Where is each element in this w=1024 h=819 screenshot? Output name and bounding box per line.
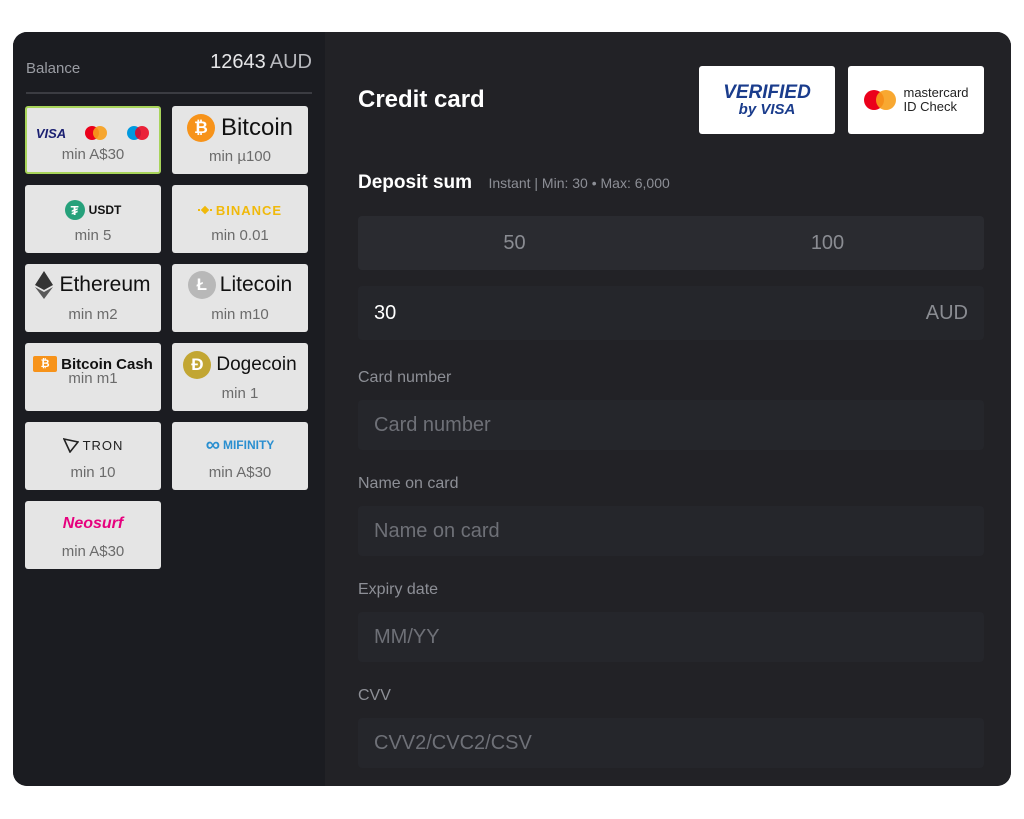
preset-100-button[interactable]: 100 [671,216,984,270]
card-number-placeholder: Card number [374,413,491,436]
cvv-placeholder: CVV2/CVC2/CSV [374,731,532,754]
balance-label: Balance [26,60,81,77]
method-tile-usdt[interactable]: ₮ USDT min 5 [25,185,161,253]
binance-icon [197,205,212,215]
deposit-limits-info: Instant | Min: 30 • Max: 6,000 [488,175,670,191]
name-on-card-label: Name on card [358,475,459,492]
page-title: Credit card [358,86,485,113]
tron-icon [62,437,79,453]
infinity-icon: ∞ [205,433,220,456]
mifinity-logo: ∞ MIFINITY [172,430,308,460]
method-name: Dogecoin [216,354,297,375]
tron-logo: TRON [25,430,161,460]
preset-50-button[interactable]: 50 [358,216,671,270]
method-name: Neosurf [62,515,124,532]
tether-icon: ₮ [64,200,85,220]
neosurf-logo: Neosurf [25,509,161,539]
mastercard-id-check-badge: mastercard ID Check [848,66,984,134]
visa-logo: VISA [35,125,67,141]
maestro-icon [127,126,150,140]
method-min: min A$30 [208,464,272,481]
divider [26,92,312,94]
dogecoin-logo: Ð Dogecoin [172,350,308,380]
method-tile-binance[interactable]: BINANCE min 0.01 [172,185,308,253]
amount-input[interactable]: 30 AUD [358,286,984,340]
dogecoin-icon: Ð [183,351,212,379]
balance-row: Balance 12643 AUD [26,50,312,80]
cvv-input[interactable]: CVV2/CVC2/CSV [358,718,984,768]
expiry-date-placeholder: MM/YY [374,625,440,648]
mastercard-icon [864,90,897,110]
cvv-label: CVV [358,687,391,704]
expiry-date-input[interactable]: MM/YY [358,612,984,662]
payment-methods-sidebar: Balance 12643 AUD VISA min A$30 ₿ Bitcoin [13,32,325,786]
method-name: MIFINITY [222,438,275,452]
mastercard-icon [85,126,108,140]
method-tile-ethereum[interactable]: Ethereum min m2 [25,264,161,332]
mastercard-label: mastercard [903,85,969,101]
method-min: min A$30 [61,146,125,163]
method-tile-card[interactable]: VISA min A$30 [25,106,161,174]
verified-text: VERIFIED [723,82,811,103]
verified-by-visa-logo: VERIFIED by VISA [723,83,811,117]
method-min: min 5 [74,227,112,244]
method-tile-tron[interactable]: TRON min 10 [25,422,161,490]
verified-by-visa-badge: VERIFIED by VISA [699,66,835,134]
by-visa-text: by VISA [738,101,796,118]
binance-logo: BINANCE [172,195,308,225]
balance-amount: 12643 AUD [210,51,312,74]
bitcoin-icon: ₿ [186,114,215,142]
mastercard-text: mastercard ID Check [903,86,968,113]
credit-card-form-panel: Credit card VERIFIED by VISA mastercard … [325,32,1011,786]
method-name: Litecoin [219,273,293,296]
deposit-sum-header: Deposit sum Instant | Min: 30 • Max: 6,0… [358,172,670,194]
method-tile-litecoin[interactable]: Ł Litecoin min m10 [172,264,308,332]
method-min: min 10 [70,464,116,481]
method-min: min m2 [68,306,118,323]
method-min: min 0.01 [211,227,269,244]
method-min: min m1 [68,370,118,387]
card-logos: VISA [27,118,159,148]
bitcoin-logo: ₿ Bitcoin [172,113,308,143]
method-tile-dogecoin[interactable]: Ð Dogecoin min 1 [172,343,308,411]
card-number-input[interactable]: Card number [358,400,984,450]
expiry-date-label: Expiry date [358,581,439,598]
method-min: min 1 [221,385,259,402]
ethereum-logo: Ethereum [25,270,161,300]
litecoin-icon: Ł [187,271,216,299]
litecoin-logo: Ł Litecoin [172,270,308,300]
id-check-label: ID Check [903,99,957,114]
amount-currency: AUD [925,302,968,324]
deposit-window: Balance 12643 AUD VISA min A$30 ₿ Bitcoin [13,32,1011,786]
method-tile-mifinity[interactable]: ∞ MIFINITY min A$30 [172,422,308,490]
method-min: min µ100 [208,148,271,165]
name-on-card-placeholder: Name on card [374,519,500,542]
method-name: TRON [82,437,124,453]
name-on-card-input[interactable]: Name on card [358,506,984,556]
usdt-logo: ₮ USDT [25,195,161,225]
method-name: BINANCE [215,202,283,218]
method-min: min m10 [211,306,269,323]
method-min: min A$30 [61,543,125,560]
deposit-sum-title: Deposit sum [358,172,473,193]
method-tile-bitcoin-cash[interactable]: ₿ Bitcoin Cash min m1 [25,343,161,411]
method-tile-neosurf[interactable]: Neosurf min A$30 [25,501,161,569]
method-name: Bitcoin [220,114,294,141]
card-number-label: Card number [358,369,452,386]
amount-presets: 50 100 [358,216,984,270]
method-name: Ethereum [59,273,151,296]
method-tile-bitcoin[interactable]: ₿ Bitcoin min µ100 [172,106,308,174]
method-name: USDT [88,203,122,217]
amount-value: 30 [374,302,397,324]
balance-value: 12643 [210,51,266,73]
ethereum-icon [35,271,54,299]
balance-currency: AUD [269,51,312,73]
